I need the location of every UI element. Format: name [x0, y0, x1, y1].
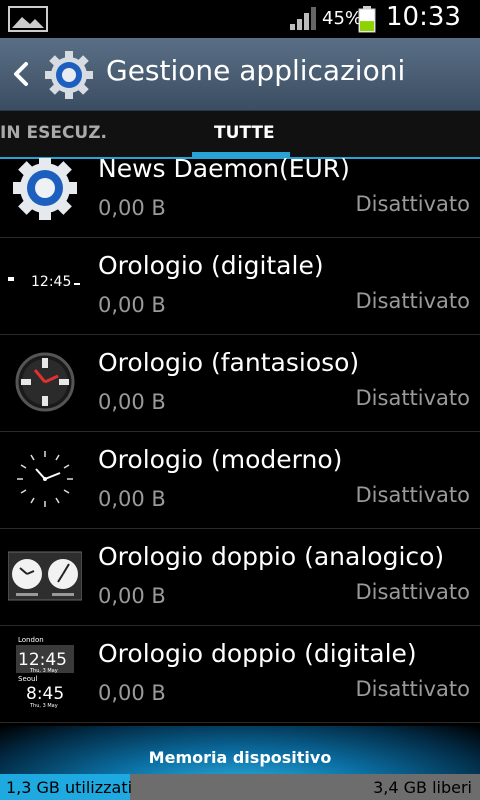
digital-time-text: 12:45	[31, 274, 71, 290]
app-name: Orologio (fantasioso)	[98, 348, 360, 377]
dual-time-2: 8:45	[26, 684, 64, 704]
dual-date-1: Thu, 3 May	[29, 668, 58, 674]
gallery-icon	[8, 6, 48, 32]
app-status: Disattivato	[355, 192, 471, 216]
gear-icon	[13, 158, 77, 220]
app-name: Orologio (digitale)	[98, 251, 324, 280]
dual-analog-clock-icon	[8, 551, 82, 601]
storage-used-text: 1,3 GB utilizzati	[6, 778, 133, 797]
tab-bar: IN ESECUZ. TUTTE	[0, 111, 480, 159]
list-item-orologio-fantasioso[interactable]: Orologio (fantasioso) 0,00 B Disattivato	[0, 334, 480, 432]
app-status: Disattivato	[355, 483, 471, 507]
back-icon[interactable]	[10, 56, 32, 92]
app-status: Disattivato	[355, 289, 471, 313]
app-size: 0,00 B	[98, 196, 166, 220]
tab-indicator	[192, 152, 290, 157]
app-name: News Daemon(EUR)	[98, 158, 350, 183]
dual-digital-clock-icon: London 12:45 Thu, 3 May Seoul 8:45 Thu, …	[16, 636, 74, 709]
app-size: 0,00 B	[98, 293, 166, 317]
battery-icon	[358, 6, 376, 33]
dual-city-1: London	[18, 636, 44, 644]
dual-city-2: Seoul	[18, 675, 37, 683]
status-bar: 45% 10:33	[0, 0, 480, 38]
dual-time-1: 12:45	[18, 650, 67, 670]
tab-running[interactable]: IN ESECUZ.	[0, 123, 107, 143]
storage-panel: Memoria dispositivo 1,3 GB utilizzati 3,…	[0, 726, 480, 800]
page-title: Gestione applicazioni	[106, 54, 406, 87]
battery-percent: 45%	[322, 8, 363, 29]
digital-clock-icon: 12:45	[8, 274, 80, 290]
fancy-clock-icon	[15, 352, 75, 412]
list-item-orologio-doppio-digitale[interactable]: London 12:45 Thu, 3 May Seoul 8:45 Thu, …	[0, 625, 480, 723]
app-list[interactable]: News Daemon(EUR) 0,00 B Disattivato 12:4…	[0, 158, 480, 726]
app-size: 0,00 B	[98, 584, 166, 608]
action-bar: Gestione applicazioni	[0, 38, 480, 111]
app-size: 0,00 B	[98, 681, 166, 705]
app-name: Orologio doppio (analogico)	[98, 542, 445, 571]
signal-icon	[290, 7, 316, 30]
app-status: Disattivato	[355, 386, 471, 410]
list-item-news-daemon[interactable]: News Daemon(EUR) 0,00 B Disattivato	[0, 158, 480, 238]
list-item-orologio-digitale[interactable]: 12:45 Orologio (digitale) 0,00 B Disatti…	[0, 237, 480, 335]
storage-free-text: 3,4 GB liberi	[373, 778, 472, 797]
list-item-orologio-doppio-analogico[interactable]: Orologio doppio (analogico) 0,00 B Disat…	[0, 528, 480, 626]
app-status: Disattivato	[355, 580, 471, 604]
app-size: 0,00 B	[98, 487, 166, 511]
app-name: Orologio (moderno)	[98, 445, 343, 474]
storage-bar: 1,3 GB utilizzati 3,4 GB liberi	[0, 774, 480, 800]
list-item-orologio-moderno[interactable]: Orologio (moderno) 0,00 B Disattivato	[0, 431, 480, 529]
app-name: Orologio doppio (digitale)	[98, 639, 417, 668]
settings-gear-icon	[45, 51, 93, 99]
app-status: Disattivato	[355, 677, 471, 701]
storage-label: Memoria dispositivo	[148, 748, 332, 767]
tab-all[interactable]: TUTTE	[214, 123, 275, 143]
status-time: 10:33	[386, 2, 461, 32]
dual-date-2: Thu, 3 May	[29, 703, 58, 709]
modern-clock-icon	[17, 451, 73, 507]
app-size: 0,00 B	[98, 390, 166, 414]
